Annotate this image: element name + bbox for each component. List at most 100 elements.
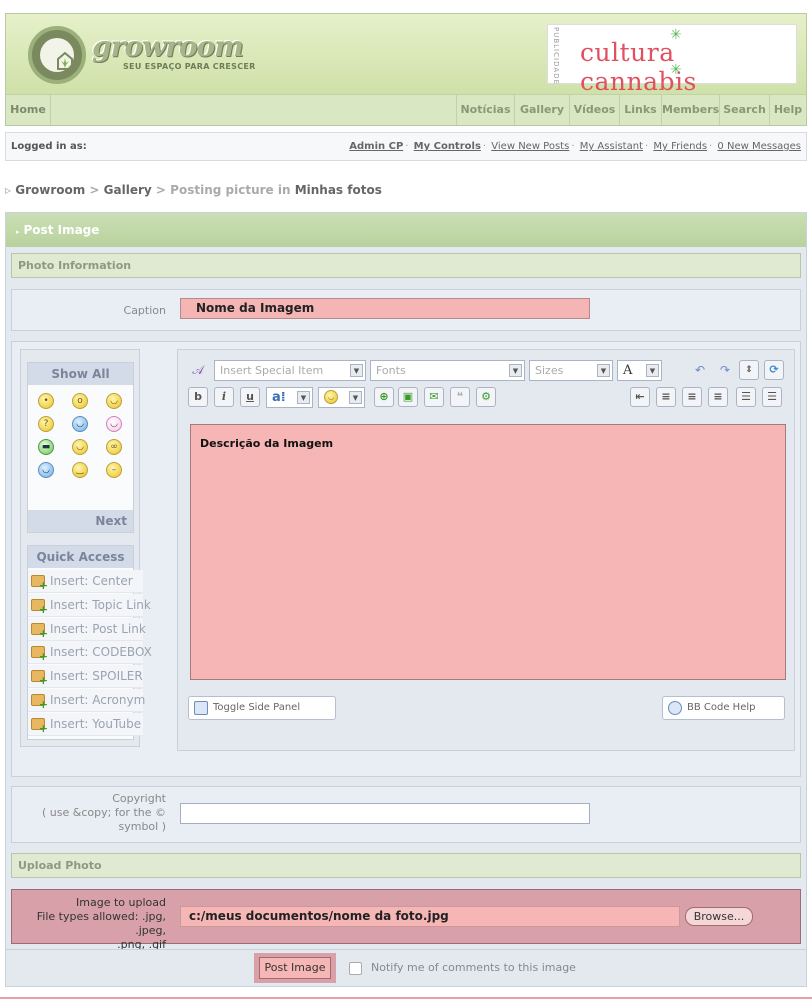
underline-button[interactable]: u bbox=[240, 387, 260, 407]
emoticon-select[interactable]: ◡ ▼ bbox=[318, 387, 365, 408]
house-leaf-icon bbox=[57, 52, 73, 70]
chevron-down-icon: ▼ bbox=[597, 364, 610, 377]
copyright-input[interactable] bbox=[180, 803, 590, 824]
quick-access-item[interactable]: Insert: CODEBOX bbox=[28, 641, 152, 664]
insert-image-icon[interactable]: ▣ bbox=[398, 387, 418, 407]
insert-quote-icon[interactable]: ❝ bbox=[450, 387, 470, 407]
copyright-label-line: ( use &copy; for the © bbox=[42, 806, 166, 819]
nav-home[interactable]: Home bbox=[6, 95, 51, 125]
chevron-down-icon: ▼ bbox=[349, 391, 362, 404]
nav-members[interactable]: Members bbox=[661, 95, 719, 125]
switch-mode-icon[interactable]: ⟳ bbox=[764, 360, 784, 380]
emoticon-laugh[interactable]: ◡ bbox=[72, 439, 88, 455]
outdent-icon[interactable]: ⇤ bbox=[630, 387, 650, 407]
text-style-icon: a⁞ bbox=[272, 390, 286, 405]
quick-access-item[interactable]: Insert: YouTube bbox=[28, 713, 143, 736]
emoticon-meh[interactable]: – bbox=[106, 462, 122, 478]
upload-photo-header: Upload Photo bbox=[11, 853, 801, 878]
align-left-icon[interactable]: ≡ bbox=[656, 387, 676, 407]
breadcrumb-separator: > bbox=[89, 183, 100, 197]
info-icon bbox=[668, 701, 682, 715]
breadcrumb: ▹ Growroom > Gallery > Posting picture i… bbox=[5, 183, 382, 197]
my-assistant-link[interactable]: My Assistant bbox=[580, 141, 643, 152]
bullet-list-icon[interactable]: ☰ bbox=[762, 387, 782, 407]
emoticon-surprised[interactable]: o bbox=[72, 393, 88, 409]
my-friends-link[interactable]: My Friends bbox=[653, 141, 707, 152]
emoticon-confused[interactable]: ? bbox=[38, 416, 54, 432]
arrow-right-icon: ▸ bbox=[16, 228, 20, 236]
insert-icon bbox=[31, 694, 48, 710]
ad-banner[interactable]: PUBLICIDADE ✳ cultura cannabis ✳ bbox=[547, 24, 797, 96]
quick-access-item[interactable]: Insert: Post Link bbox=[28, 618, 146, 641]
emoticon-sleepy[interactable]: ‿ bbox=[72, 462, 88, 478]
emoticon-blush[interactable]: • bbox=[38, 393, 54, 409]
emoticons-next[interactable]: Next bbox=[28, 510, 133, 532]
breadcrumb-posting: Posting picture in bbox=[170, 183, 291, 197]
emoticon-happy[interactable]: ◡ bbox=[38, 462, 54, 478]
post-image-form: ▸ Post Image Photo Information Caption No… bbox=[5, 212, 807, 987]
nav-search[interactable]: Search bbox=[719, 95, 769, 125]
breadcrumb-gallery[interactable]: Gallery bbox=[104, 183, 152, 197]
logo-emblem bbox=[28, 26, 86, 84]
nav-gallery[interactable]: Gallery bbox=[514, 95, 569, 125]
sizes-select[interactable]: Sizes ▼ bbox=[529, 360, 613, 381]
font-color-select[interactable]: A ▼ bbox=[617, 360, 662, 381]
editor-textarea[interactable]: Descrição da Imagem bbox=[190, 424, 786, 680]
nav-help[interactable]: Help bbox=[769, 95, 806, 125]
site-logo[interactable]: growroom SEU ESPAÇO PARA CRESCER bbox=[28, 26, 278, 86]
emoticon-smile[interactable]: ◡ bbox=[106, 393, 122, 409]
insert-icon bbox=[31, 575, 48, 591]
header-banner: growroom SEU ESPAÇO PARA CRESCER PUBLICI… bbox=[6, 14, 806, 96]
undo-icon[interactable]: ↶ bbox=[690, 360, 710, 380]
font-style-select[interactable]: a⁞ ▼ bbox=[266, 387, 313, 408]
admin-cp-link[interactable]: Admin CP bbox=[349, 141, 403, 152]
post-title-text: Post Image bbox=[23, 223, 100, 237]
breadcrumb-album[interactable]: Minhas fotos bbox=[295, 183, 382, 197]
caption-input[interactable]: Nome da Imagem bbox=[180, 298, 590, 319]
insert-email-icon[interactable]: ✉ bbox=[424, 387, 444, 407]
italic-button[interactable]: i bbox=[214, 387, 234, 407]
nav-links[interactable]: Links bbox=[619, 95, 661, 125]
submit-row: Post Image Notify me of comments to this… bbox=[6, 949, 806, 986]
breadcrumb-growroom[interactable]: Growroom bbox=[15, 183, 85, 197]
nav-videos[interactable]: Vídeos bbox=[569, 95, 619, 125]
quick-access-item[interactable]: Insert: Topic Link bbox=[28, 594, 151, 617]
bb-code-help-button[interactable]: BB Code Help bbox=[662, 696, 785, 720]
toggle-side-panel-button[interactable]: Toggle Side Panel bbox=[188, 696, 336, 720]
resize-icon[interactable]: ⇕ bbox=[739, 360, 759, 380]
ad-text: cultura cannabis bbox=[580, 38, 697, 96]
remove-format-icon[interactable]: 𝒜 bbox=[188, 360, 208, 380]
browse-button[interactable]: Browse... bbox=[685, 907, 753, 926]
notify-label: Notify me of comments to this image bbox=[371, 961, 576, 974]
quick-access-item[interactable]: Insert: Center bbox=[28, 570, 143, 593]
emoticon-cool[interactable]: ◡ bbox=[72, 416, 88, 432]
file-path-input[interactable]: c:/meus documentos/nome da foto.jpg bbox=[180, 906, 680, 927]
redo-icon[interactable]: ↷ bbox=[715, 360, 735, 380]
editor-panel: 𝒜 Insert Special Item ▼ Fonts ▼ Sizes ▼ A ▼ … bbox=[177, 349, 795, 751]
photo-information-header: Photo Information bbox=[11, 253, 801, 278]
insert-code-icon[interactable]: ⚙ bbox=[476, 387, 496, 407]
new-messages-link[interactable]: 0 New Messages bbox=[717, 141, 801, 152]
fonts-select[interactable]: Fonts ▼ bbox=[370, 360, 525, 381]
align-center-icon[interactable]: ≡ bbox=[682, 387, 702, 407]
nav-noticias[interactable]: Notícias bbox=[456, 95, 514, 125]
insert-special-item-select[interactable]: Insert Special Item ▼ bbox=[214, 360, 366, 381]
my-controls-link[interactable]: My Controls bbox=[414, 141, 481, 152]
emoticon-glasses[interactable]: ∞ bbox=[106, 439, 122, 455]
upload-label: Image to upload File types allowed: .jpg… bbox=[12, 896, 166, 952]
show-all-emoticons[interactable]: Show All bbox=[28, 363, 133, 385]
bold-button[interactable]: b bbox=[188, 387, 208, 407]
notify-checkbox[interactable] bbox=[349, 962, 362, 975]
align-right-icon[interactable]: ≡ bbox=[708, 387, 728, 407]
insert-link-icon[interactable]: ⊕ bbox=[374, 387, 394, 407]
upload-label-line: Image to upload bbox=[76, 896, 166, 909]
quick-access-item[interactable]: Insert: Acronym bbox=[28, 689, 145, 712]
post-image-button[interactable]: Post Image bbox=[259, 957, 331, 979]
emoticon-grin[interactable]: ▬ bbox=[38, 439, 54, 455]
numbered-list-icon[interactable]: ☰ bbox=[736, 387, 756, 407]
quick-access-item[interactable]: Insert: SPOILER bbox=[28, 665, 143, 688]
view-new-posts-link[interactable]: View New Posts bbox=[491, 141, 569, 152]
copyright-label-line: symbol ) bbox=[118, 820, 166, 833]
emoticon-wink[interactable]: ◡ bbox=[106, 416, 122, 432]
quick-access-box: Quick Access Insert: Center Insert: Topi… bbox=[27, 545, 152, 740]
